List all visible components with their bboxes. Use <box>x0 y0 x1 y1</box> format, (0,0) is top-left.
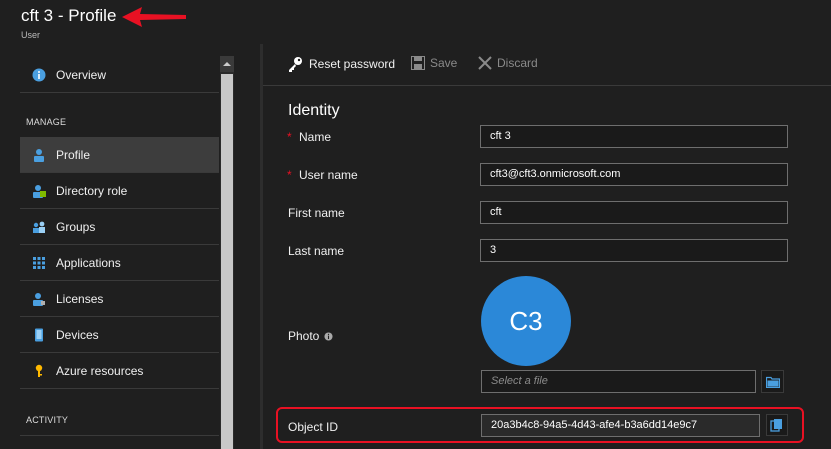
reset-password-button[interactable]: Reset password <box>288 56 395 72</box>
sidebar-item-label: Devices <box>56 327 99 342</box>
sidebar-item-label: Licenses <box>56 291 104 306</box>
sidebar-item-applications[interactable]: Applications <box>20 245 219 281</box>
device-icon <box>32 328 46 342</box>
user-icon <box>32 148 46 162</box>
scroll-thumb[interactable] <box>221 74 233 449</box>
info-icon[interactable] <box>324 331 333 341</box>
annotation-arrow-icon <box>122 7 186 27</box>
scroll-up-button[interactable] <box>220 56 234 72</box>
key-icon <box>288 56 304 72</box>
license-icon <box>32 292 46 306</box>
copy-icon <box>770 419 782 432</box>
avatar: C3 <box>481 276 571 366</box>
required-indicator: * <box>287 168 292 182</box>
file-select-input[interactable]: Select a file <box>481 370 756 393</box>
required-indicator: * <box>287 130 292 144</box>
sidebar-item-label: Directory role <box>56 183 128 198</box>
page-subtitle: User <box>21 30 41 40</box>
username-label-text: User name <box>299 168 358 182</box>
page-title: cft 3 - Profile <box>21 6 117 25</box>
save-label: Save <box>430 56 458 70</box>
sidebar-item-overview[interactable]: Overview <box>20 57 219 93</box>
sidebar-menu: Overview MANAGE Profile Directory role G… <box>20 56 219 449</box>
info-icon <box>32 68 46 82</box>
sidebar-item-label: Overview <box>56 67 107 82</box>
close-icon <box>478 56 492 70</box>
save-icon <box>411 56 425 70</box>
name-label: * Name <box>287 130 332 144</box>
firstname-field[interactable]: cft <box>480 201 788 224</box>
blade-header: cft 3 - Profile User <box>0 0 831 44</box>
section-label-activity: ACTIVITY <box>26 415 69 425</box>
browse-file-button[interactable] <box>761 370 784 393</box>
username-field[interactable]: cft3@cft3.onmicrosoft.com <box>480 163 788 186</box>
name-label-text: Name <box>299 130 332 144</box>
sidebar-divider <box>20 435 219 436</box>
sidebar-scrollbar[interactable] <box>220 56 234 449</box>
sidebar-item-label: Azure resources <box>56 363 144 378</box>
directory-role-icon <box>32 184 46 198</box>
sidebar-item-profile[interactable]: Profile <box>20 137 219 173</box>
panel-divider <box>260 44 263 449</box>
copy-button[interactable] <box>766 414 788 436</box>
reset-password-label: Reset password <box>309 57 396 71</box>
username-label: * User name <box>287 168 358 182</box>
lastname-label: Last name <box>288 244 345 258</box>
firstname-label: First name <box>288 206 345 220</box>
chevron-up-icon <box>223 62 231 66</box>
objectid-field[interactable]: 20a3b4c8-94a5-4d43-afe4-b3a6dd14e9c7 <box>481 414 760 437</box>
folder-icon <box>765 376 780 388</box>
applications-grid-icon <box>32 256 46 270</box>
sidebar-item-label: Groups <box>56 219 96 234</box>
section-label-manage: MANAGE <box>26 117 67 127</box>
objectid-label: Object ID <box>288 420 339 434</box>
discard-button[interactable]: Discard <box>478 56 538 70</box>
key-icon <box>32 364 46 378</box>
sidebar-item-label: Profile <box>56 147 91 162</box>
photo-label-text: Photo <box>288 329 320 343</box>
sidebar-item-label: Applications <box>56 255 121 270</box>
sidebar-item-devices[interactable]: Devices <box>20 317 219 353</box>
photo-label: Photo <box>288 329 333 343</box>
sidebar-item-groups[interactable]: Groups <box>20 209 219 245</box>
sidebar-item-licenses[interactable]: Licenses <box>20 281 219 317</box>
discard-label: Discard <box>497 56 538 70</box>
lastname-field[interactable]: 3 <box>480 239 788 262</box>
save-button[interactable]: Save <box>411 56 457 70</box>
groups-icon <box>32 220 46 234</box>
section-title-identity: Identity <box>288 102 340 119</box>
command-bar: Reset password Save Discard <box>263 44 831 86</box>
sidebar-item-directory-role[interactable]: Directory role <box>20 173 219 209</box>
name-field[interactable]: cft 3 <box>480 125 788 148</box>
sidebar-item-azure-resources[interactable]: Azure resources <box>20 353 219 389</box>
